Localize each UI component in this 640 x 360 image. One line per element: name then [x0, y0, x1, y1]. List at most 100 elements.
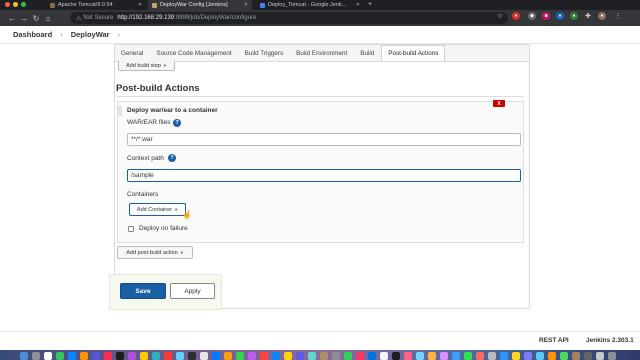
app-icon[interactable] — [584, 352, 592, 360]
caret-down-icon: ▼ — [174, 207, 179, 212]
rest-api-link[interactable]: REST API — [539, 337, 569, 344]
app-icon[interactable] — [500, 352, 508, 360]
app-icon[interactable] — [296, 352, 304, 360]
home-icon[interactable]: ⌂ — [42, 14, 54, 23]
apply-button[interactable]: Apply — [170, 283, 215, 299]
tab-general[interactable]: General — [115, 45, 150, 61]
app-icon[interactable] — [380, 352, 388, 360]
window-minimize-button[interactable] — [13, 2, 18, 7]
chrome-icon[interactable] — [44, 352, 52, 360]
breadcrumb-dashboard[interactable]: Dashboard — [13, 30, 52, 39]
window-close-button[interactable] — [5, 2, 10, 7]
launchpad-icon[interactable] — [32, 352, 40, 360]
messages-icon[interactable] — [56, 352, 64, 360]
war-files-input[interactable] — [127, 133, 521, 146]
app-icon[interactable] — [260, 352, 268, 360]
app-icon[interactable] — [512, 352, 520, 360]
back-icon[interactable]: ← — [6, 14, 18, 23]
app-icon[interactable] — [368, 352, 376, 360]
address-bar[interactable]: ⚠ Not Secure http://192.168.29.139:9999/… — [70, 12, 508, 24]
app-icon[interactable] — [344, 352, 352, 360]
app-icon[interactable] — [176, 352, 184, 360]
app-icon[interactable] — [392, 352, 400, 360]
extension-icon[interactable]: ◆ — [528, 12, 536, 20]
app-icon[interactable] — [80, 352, 88, 360]
mail-icon[interactable] — [68, 352, 76, 360]
app-icon[interactable] — [536, 352, 544, 360]
app-icon[interactable] — [224, 352, 232, 360]
close-icon[interactable]: ✕ — [241, 2, 248, 8]
terminal-icon[interactable] — [116, 352, 124, 360]
add-post-build-action-button[interactable]: Add post-build action ▼ — [117, 246, 193, 259]
window-maximize-button[interactable] — [21, 2, 26, 7]
app-icon[interactable] — [356, 352, 364, 360]
forward-icon[interactable]: → — [18, 14, 30, 23]
tab-build-environment[interactable]: Build Environment — [290, 45, 354, 61]
tab-post-build-actions[interactable]: Post-build Actions — [381, 45, 446, 61]
app-icon[interactable] — [476, 352, 484, 360]
reload-icon[interactable]: ↻ — [30, 14, 42, 23]
tab-build[interactable]: Build — [354, 45, 381, 61]
tab-build-triggers[interactable]: Build Triggers — [239, 45, 291, 61]
profile-avatar-icon[interactable]: ● — [598, 12, 606, 20]
app-icon[interactable] — [188, 352, 196, 360]
finder-icon[interactable] — [20, 352, 28, 360]
app-icon[interactable] — [440, 352, 448, 360]
app-icon[interactable] — [404, 352, 412, 360]
extension-blue-icon[interactable]: ● — [556, 12, 564, 20]
app-icon[interactable] — [104, 352, 112, 360]
app-icon[interactable] — [332, 352, 340, 360]
downloads-icon[interactable] — [596, 352, 604, 360]
app-icon[interactable] — [212, 352, 220, 360]
app-icon[interactable] — [248, 352, 256, 360]
browser-menu-icon[interactable]: ⋮ — [614, 12, 622, 20]
browser-tab-tomcat[interactable]: Apache Tomcat/9.0.54 ✕ — [46, 0, 146, 10]
browser-tab-deploywar-config[interactable]: DeployWar Config [Jenkins] ✕ — [148, 0, 252, 10]
chevron-right-icon[interactable]: › — [60, 30, 63, 39]
app-icon[interactable] — [572, 352, 580, 360]
context-path-input[interactable] — [127, 169, 521, 182]
app-icon[interactable] — [308, 352, 316, 360]
app-icon[interactable] — [464, 352, 472, 360]
notes-icon[interactable] — [140, 352, 148, 360]
new-tab-icon[interactable]: + — [368, 0, 372, 10]
chevron-right-icon[interactable]: › — [118, 30, 121, 39]
extension-green-icon[interactable]: ● — [570, 12, 578, 20]
app-icon[interactable] — [92, 352, 100, 360]
app-icon[interactable] — [128, 352, 136, 360]
deploy-on-failure-checkbox[interactable] — [128, 226, 134, 232]
extensions-puzzle-icon[interactable]: ✚ — [584, 12, 592, 20]
app-icon[interactable] — [284, 352, 292, 360]
browser-tab-deploy-tomcat[interactable]: Deploy_Tomcat - Google Jenk... ✕ — [256, 0, 364, 10]
add-build-step-button[interactable]: Add build step ▼ — [118, 61, 175, 71]
jenkins-version-link[interactable]: Jenkins 2.303.1 — [586, 337, 634, 344]
google-favicon-icon — [260, 2, 265, 8]
delete-step-button[interactable]: X — [493, 100, 505, 107]
add-container-button[interactable]: Add Container ▼ — [129, 203, 186, 216]
app-icon[interactable] — [236, 352, 244, 360]
close-icon[interactable]: ✕ — [135, 2, 142, 8]
trash-icon[interactable] — [608, 352, 616, 360]
save-button[interactable]: Save — [120, 283, 166, 299]
extension-abp-icon[interactable]: ● — [512, 12, 520, 20]
app-icon[interactable] — [488, 352, 496, 360]
help-icon[interactable]: ? — [168, 154, 176, 162]
app-icon[interactable] — [320, 352, 328, 360]
app-icon[interactable] — [548, 352, 556, 360]
app-icon[interactable] — [560, 352, 568, 360]
app-icon[interactable] — [452, 352, 460, 360]
extension-red-icon[interactable]: ■ — [542, 12, 550, 20]
app-icon[interactable] — [428, 352, 436, 360]
drag-handle[interactable] — [118, 106, 122, 116]
tab-source-code-management[interactable]: Source Code Management — [150, 45, 238, 61]
app-icon[interactable] — [152, 352, 160, 360]
app-icon[interactable] — [272, 352, 280, 360]
breadcrumb-deploywar[interactable]: DeployWar — [71, 30, 110, 39]
bookmark-star-icon[interactable]: ☆ — [496, 12, 504, 20]
app-icon[interactable] — [164, 352, 172, 360]
close-icon[interactable]: ✕ — [353, 2, 360, 8]
app-icon[interactable] — [524, 352, 532, 360]
app-icon[interactable] — [416, 352, 424, 360]
app-icon[interactable] — [200, 352, 208, 360]
help-icon[interactable]: ? — [173, 119, 181, 127]
